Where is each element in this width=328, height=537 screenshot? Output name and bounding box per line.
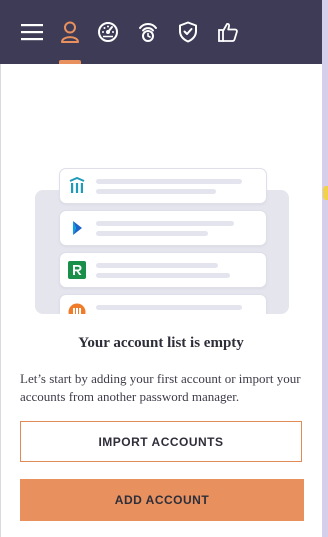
empty-state-description: Let’s start by adding your first account… [20, 371, 301, 404]
placeholder-line [96, 189, 216, 194]
user-icon [60, 21, 80, 43]
tab-feedback[interactable] [211, 12, 245, 52]
shield-check-icon [178, 21, 198, 43]
placeholder-line [96, 179, 242, 184]
blue-arrow-brand-icon [68, 219, 86, 237]
placeholder-line [96, 273, 230, 278]
placeholder-line [96, 231, 208, 236]
dashboard-gauge-icon [97, 21, 119, 43]
illustration-fade [35, 314, 289, 334]
window-edge [322, 0, 328, 537]
panel-border [0, 64, 1, 537]
tab-accounts[interactable] [53, 12, 87, 52]
menu-button[interactable] [15, 12, 49, 52]
tab-security[interactable] [171, 12, 205, 52]
illustration-card [59, 210, 267, 246]
edge-indicator [323, 186, 328, 200]
placeholder-line [96, 263, 218, 268]
menu-icon [21, 23, 43, 41]
placeholder-line [96, 305, 242, 310]
active-tab-indicator [59, 60, 81, 64]
tab-dashboard[interactable] [91, 12, 125, 52]
teal-brand-icon [68, 177, 86, 195]
import-accounts-button[interactable]: IMPORT ACCOUNTS [20, 421, 302, 462]
thumbs-up-icon [217, 21, 239, 43]
add-account-button[interactable]: ADD ACCOUNT [20, 479, 304, 521]
alarm-radar-icon [137, 21, 159, 43]
placeholder-line [96, 221, 234, 226]
green-r-brand-icon [68, 261, 86, 279]
illustration-card [59, 252, 267, 288]
illustration-card [59, 168, 267, 204]
empty-state-title: Your account list is empty [78, 335, 244, 351]
extension-panel: Your account list is empty Let’s start b… [0, 0, 322, 537]
tab-monitoring[interactable] [131, 12, 165, 52]
top-navigation-bar [0, 0, 322, 64]
